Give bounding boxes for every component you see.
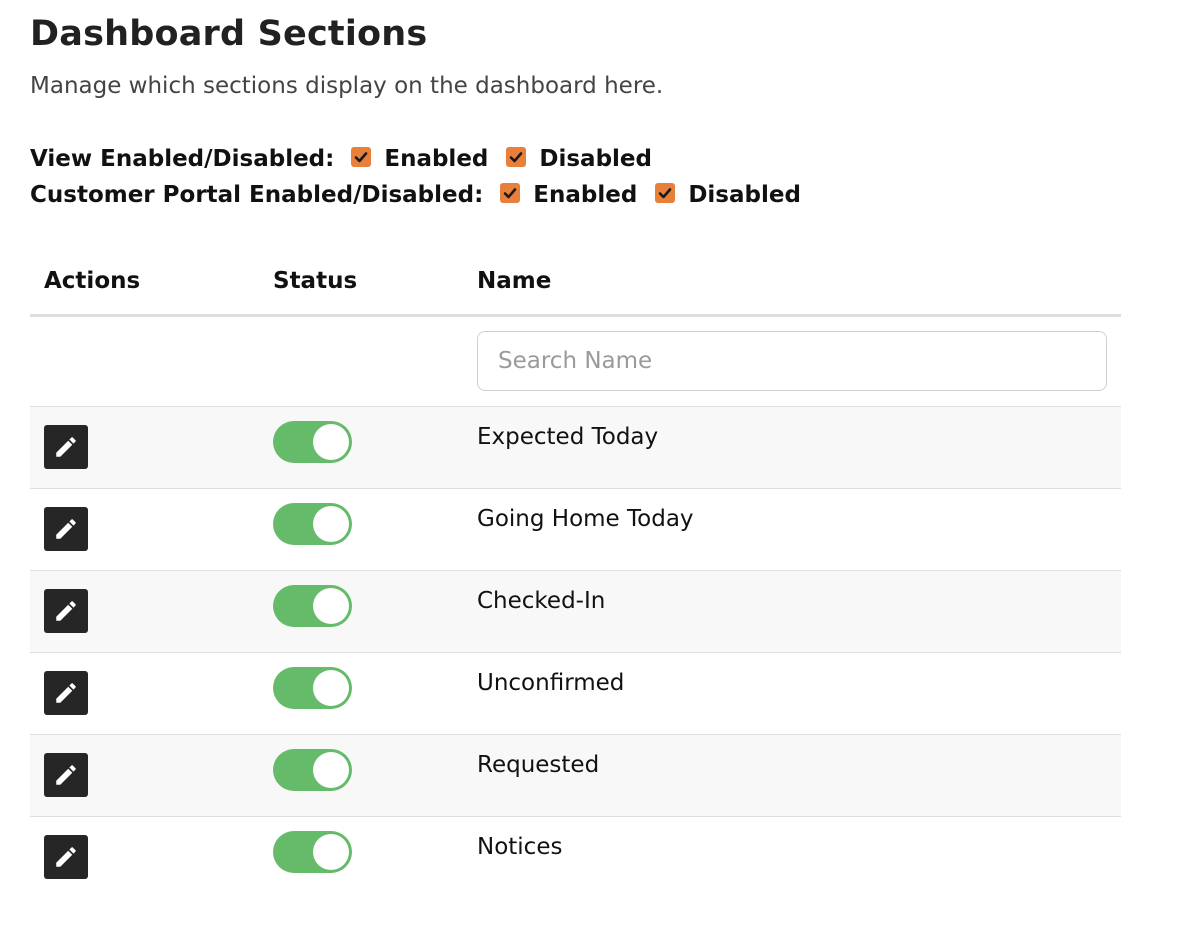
edit-button[interactable]: [44, 589, 88, 633]
section-name: Requested: [477, 752, 600, 778]
view-enabled-filter: View Enabled/Disabled: Enabled Disabled: [30, 144, 670, 174]
checkmark-icon[interactable]: [500, 183, 521, 203]
status-toggle[interactable]: [273, 421, 352, 463]
table-row: Expected Today: [30, 407, 1121, 489]
checkbox-label: Enabled: [384, 146, 489, 172]
table-row: Requested: [30, 735, 1121, 817]
sections-table: Actions Status Name Expected Today Going…: [30, 250, 1121, 898]
checkmark-icon[interactable]: [351, 147, 372, 167]
edit-button[interactable]: [44, 835, 88, 879]
column-header-actions[interactable]: Actions: [44, 268, 140, 294]
checkmark-icon[interactable]: [506, 147, 527, 167]
column-header-name[interactable]: Name: [477, 268, 551, 294]
customer-portal-filter: Customer Portal Enabled/Disabled: Enable…: [30, 180, 819, 210]
portal-enabled-checkbox[interactable]: Enabled: [500, 182, 637, 208]
search-name-input[interactable]: [477, 331, 1107, 391]
filter-label: View Enabled/Disabled:: [30, 146, 335, 172]
pencil-icon: [56, 437, 76, 457]
table-filter-row: [30, 317, 1121, 407]
checkbox-label: Disabled: [539, 146, 652, 172]
checkbox-label: Enabled: [533, 182, 638, 208]
portal-disabled-checkbox[interactable]: Disabled: [655, 182, 801, 208]
toggle-knob: [313, 834, 349, 870]
page-subtitle: Manage which sections display on the das…: [30, 73, 664, 99]
section-name: Checked-In: [477, 588, 606, 614]
filter-label: Customer Portal Enabled/Disabled:: [30, 182, 484, 208]
status-toggle[interactable]: [273, 585, 352, 627]
table-row: Going Home Today: [30, 489, 1121, 571]
checkmark-icon[interactable]: [655, 183, 676, 203]
pencil-icon: [56, 519, 76, 539]
section-name: Going Home Today: [477, 506, 694, 532]
toggle-knob: [313, 670, 349, 706]
edit-button[interactable]: [44, 425, 88, 469]
toggle-knob: [313, 752, 349, 788]
section-name: Expected Today: [477, 424, 659, 450]
section-name: Unconfirmed: [477, 670, 625, 696]
table-row: Unconfirmed: [30, 653, 1121, 735]
status-toggle[interactable]: [273, 749, 352, 791]
status-toggle[interactable]: [273, 667, 352, 709]
toggle-knob: [313, 588, 349, 624]
table-row: Notices: [30, 817, 1121, 898]
checkbox-label: Disabled: [688, 182, 801, 208]
column-header-status[interactable]: Status: [273, 268, 357, 294]
page-title: Dashboard Sections: [30, 14, 428, 54]
view-enabled-checkbox[interactable]: Enabled: [351, 146, 488, 172]
status-toggle[interactable]: [273, 503, 352, 545]
pencil-icon: [56, 847, 76, 867]
view-disabled-checkbox[interactable]: Disabled: [506, 146, 652, 172]
table-header: Actions Status Name: [30, 250, 1121, 317]
status-toggle[interactable]: [273, 831, 352, 873]
edit-button[interactable]: [44, 671, 88, 715]
toggle-knob: [313, 506, 349, 542]
pencil-icon: [56, 765, 76, 785]
pencil-icon: [56, 601, 76, 621]
edit-button[interactable]: [44, 507, 88, 551]
section-name: Notices: [477, 834, 563, 860]
toggle-knob: [313, 424, 349, 460]
pencil-icon: [56, 683, 76, 703]
table-row: Checked-In: [30, 571, 1121, 653]
edit-button[interactable]: [44, 753, 88, 797]
